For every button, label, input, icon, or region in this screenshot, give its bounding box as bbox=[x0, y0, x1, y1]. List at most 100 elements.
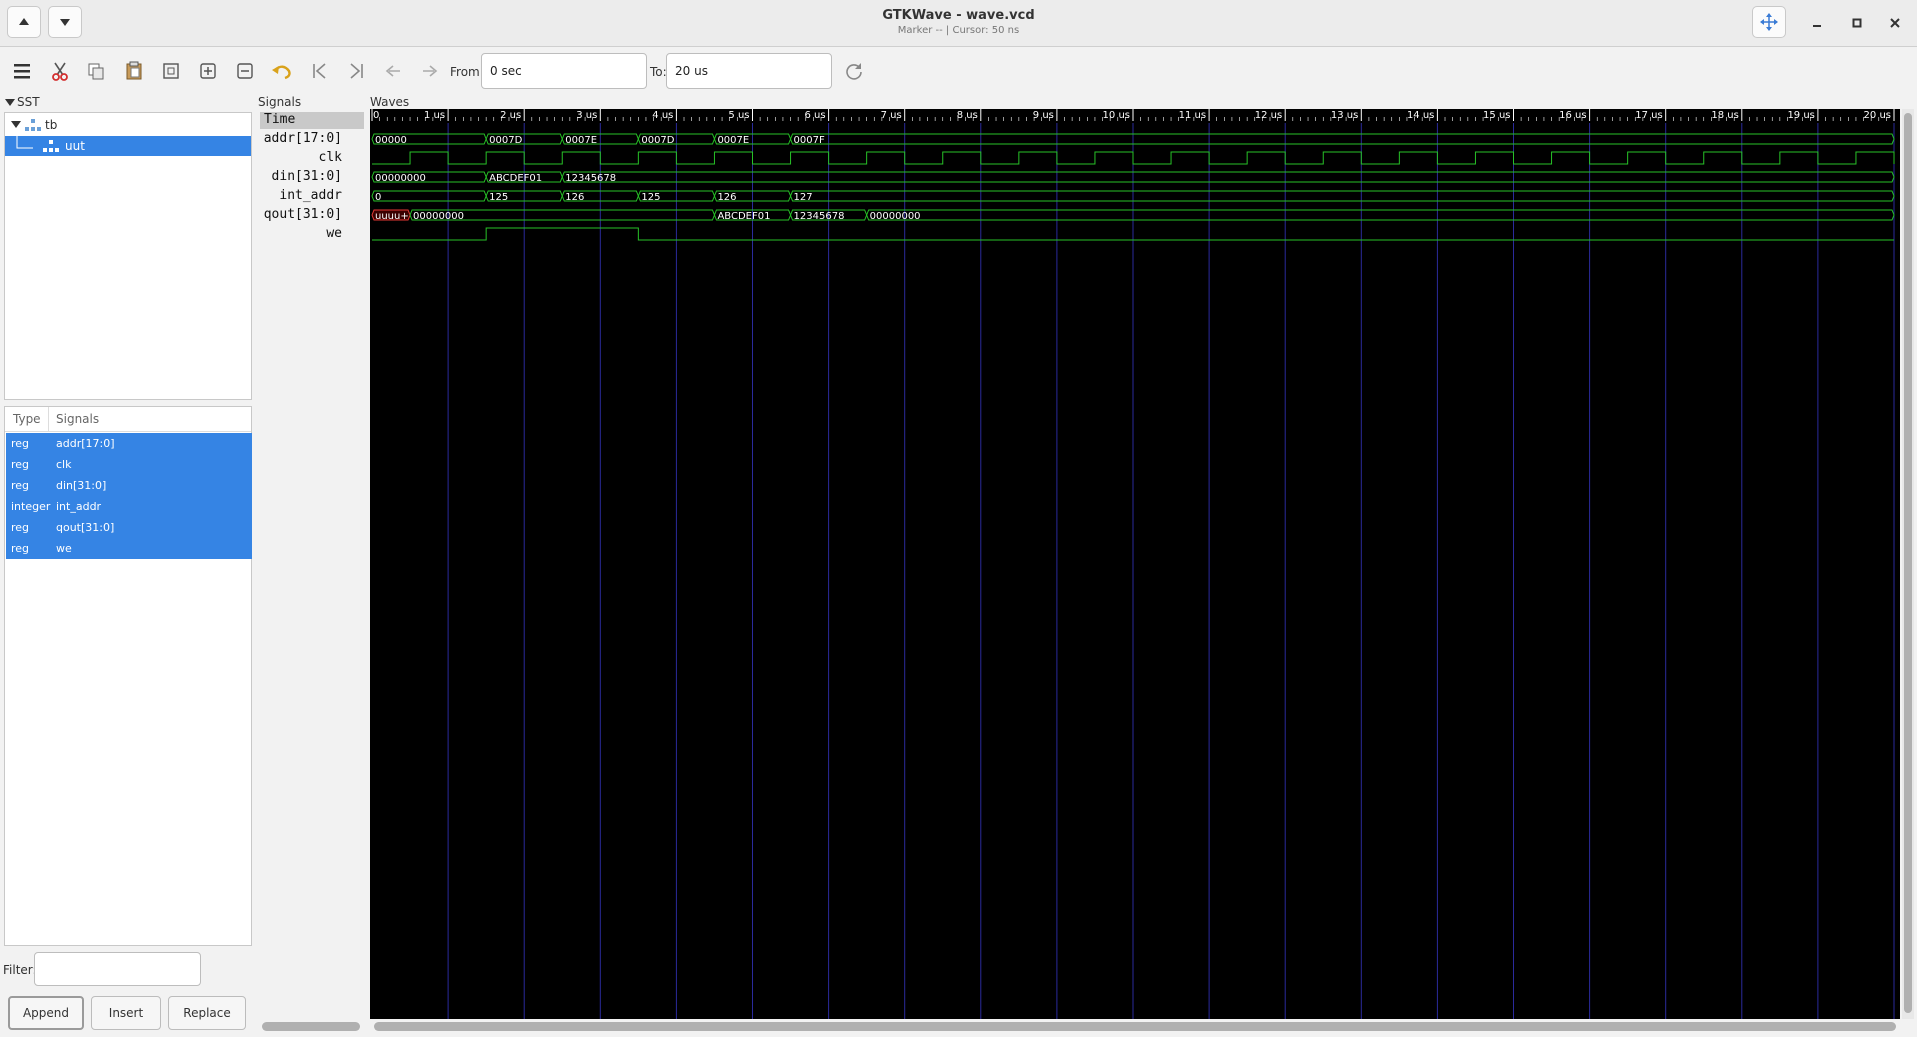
signal-row-clk[interactable]: clk bbox=[258, 150, 342, 165]
bus-segment bbox=[561, 171, 1895, 183]
bus-value-label: 0007E bbox=[717, 135, 749, 146]
scissors-icon bbox=[52, 62, 68, 81]
maximize-icon bbox=[1852, 18, 1862, 28]
bus-value-label: 0007E bbox=[565, 135, 597, 146]
signal-name: qout[31:0] bbox=[56, 521, 115, 534]
bus-value-label: 00000000 bbox=[413, 211, 464, 222]
reload-button[interactable] bbox=[842, 59, 866, 83]
maximize-button[interactable] bbox=[1848, 14, 1866, 32]
list-header: Type Signals bbox=[5, 407, 251, 432]
minimize-icon bbox=[1813, 25, 1821, 27]
from-label: From: bbox=[450, 65, 484, 79]
bus-value-label: 00000000 bbox=[870, 211, 921, 222]
signal-row-addr[interactable]: addr[17:0] bbox=[258, 131, 342, 146]
tree-node-tb[interactable]: tb bbox=[5, 115, 251, 135]
ruler-label: 8 us bbox=[957, 110, 978, 121]
clk-waveform bbox=[372, 151, 1895, 165]
ruler-label: 12 us bbox=[1255, 110, 1282, 121]
time-ruler bbox=[370, 109, 1900, 121]
undo-zoom-button[interactable] bbox=[270, 59, 294, 83]
replace-button[interactable]: Replace bbox=[168, 996, 246, 1030]
undo-icon bbox=[272, 65, 291, 80]
signals-panel: Time addr[17:0] clk din[31:0] int_addr q… bbox=[258, 109, 364, 1019]
bus-value-label: 0007F bbox=[794, 135, 825, 146]
tree-node-uut[interactable]: uut bbox=[5, 136, 251, 156]
waves-panel[interactable]: 0 1 us 2 us 3 us 4 us 5 us 6 us 7 us 8 us 9 us 10 … bbox=[370, 109, 1900, 1019]
ruler-label: 19 us bbox=[1787, 110, 1814, 121]
next-edge-button[interactable] bbox=[418, 59, 442, 83]
to-input[interactable] bbox=[666, 53, 832, 89]
bus-value-label: 127 bbox=[794, 192, 813, 203]
toolbar: From: To: bbox=[0, 47, 1917, 95]
ruler-label: 1 us bbox=[424, 110, 445, 121]
bus-segment bbox=[866, 209, 1895, 221]
menu-button[interactable] bbox=[10, 59, 34, 83]
skip-end-icon bbox=[350, 63, 363, 79]
clipboard-icon bbox=[126, 61, 142, 80]
ruler-label: 10 us bbox=[1103, 110, 1130, 121]
sst-tree-panel: tb uut bbox=[4, 112, 252, 400]
ruler-label: 3 us bbox=[576, 110, 597, 121]
hamburger-icon bbox=[14, 64, 30, 79]
signal-type: integer bbox=[11, 500, 51, 513]
bus-value-label: uuuu+ bbox=[375, 211, 409, 222]
list-item[interactable]: reg clk bbox=[6, 454, 252, 475]
ruler-label: 16 us bbox=[1559, 110, 1586, 121]
waves-hscroll-thumb[interactable] bbox=[374, 1022, 1896, 1031]
copy-icon bbox=[88, 63, 104, 80]
waveform-canvas[interactable]: 0 1 us 2 us 3 us 4 us 5 us 6 us 7 us 8 us 9 us 10 … bbox=[370, 109, 1900, 1019]
expander-down-icon[interactable] bbox=[5, 98, 15, 108]
zoom-out-button[interactable] bbox=[233, 59, 257, 83]
bus-segment bbox=[790, 190, 1895, 202]
ruler-label: 7 us bbox=[881, 110, 902, 121]
goto-start-button[interactable] bbox=[308, 59, 332, 83]
expander-down-icon[interactable] bbox=[11, 120, 21, 130]
list-item[interactable]: reg we bbox=[6, 538, 252, 559]
list-item[interactable]: reg din[31:0] bbox=[6, 475, 252, 496]
tree-line bbox=[16, 136, 33, 149]
signal-row-qout[interactable]: qout[31:0] bbox=[258, 207, 342, 222]
window-title: GTKWave - wave.vcd bbox=[882, 8, 1035, 23]
signal-row-int-addr[interactable]: int_addr bbox=[258, 188, 342, 203]
list-item[interactable]: reg qout[31:0] bbox=[6, 517, 252, 538]
ruler-label: 4 us bbox=[652, 110, 673, 121]
column-header-signals[interactable]: Signals bbox=[56, 412, 99, 426]
insert-button[interactable]: Insert bbox=[91, 996, 161, 1030]
signal-name: addr[17:0] bbox=[56, 437, 115, 450]
ruler-label: 13 us bbox=[1331, 110, 1358, 121]
signal-type: reg bbox=[11, 542, 30, 555]
close-button[interactable] bbox=[1886, 14, 1904, 32]
signal-row-we[interactable]: we bbox=[258, 226, 342, 241]
to-label: To: bbox=[650, 65, 667, 79]
list-item[interactable]: integer int_addr bbox=[6, 496, 252, 517]
paste-button[interactable] bbox=[122, 59, 146, 83]
list-item[interactable]: reg addr[17:0] bbox=[6, 433, 252, 454]
filter-input[interactable] bbox=[34, 952, 201, 986]
bus-value-label: 12345678 bbox=[794, 211, 845, 222]
prev-edge-button[interactable] bbox=[381, 59, 405, 83]
zoom-in-button[interactable] bbox=[196, 59, 220, 83]
reload-icon bbox=[846, 63, 862, 80]
bus-value-label: 126 bbox=[717, 192, 736, 203]
signals-scrollbar[interactable] bbox=[262, 1022, 360, 1031]
copy-button[interactable] bbox=[84, 59, 108, 83]
append-button[interactable]: Append bbox=[8, 996, 84, 1030]
zoom-fit-icon bbox=[163, 63, 179, 79]
goto-end-button[interactable] bbox=[344, 59, 368, 83]
waves-vscroll-thumb[interactable] bbox=[1904, 113, 1912, 1013]
bus-segment bbox=[371, 190, 487, 202]
ruler-label: 18 us bbox=[1711, 110, 1738, 121]
column-header-type[interactable]: Type bbox=[13, 412, 41, 426]
ruler-label: 0 bbox=[373, 110, 379, 121]
signal-row-din[interactable]: din[31:0] bbox=[258, 169, 342, 184]
bus-value-label: 125 bbox=[489, 192, 508, 203]
zoom-fit-tool-button[interactable] bbox=[159, 59, 183, 83]
tree-node-label: tb bbox=[45, 118, 58, 132]
cut-button[interactable] bbox=[48, 59, 72, 83]
from-input[interactable] bbox=[481, 53, 647, 89]
window-subtitle: Marker -- | Cursor: 50 ns bbox=[897, 25, 1020, 36]
minimize-button[interactable] bbox=[1808, 14, 1826, 32]
zoom-fit-button[interactable] bbox=[1752, 6, 1786, 38]
sst-label: SST bbox=[17, 95, 40, 109]
signal-type: reg bbox=[11, 458, 30, 471]
